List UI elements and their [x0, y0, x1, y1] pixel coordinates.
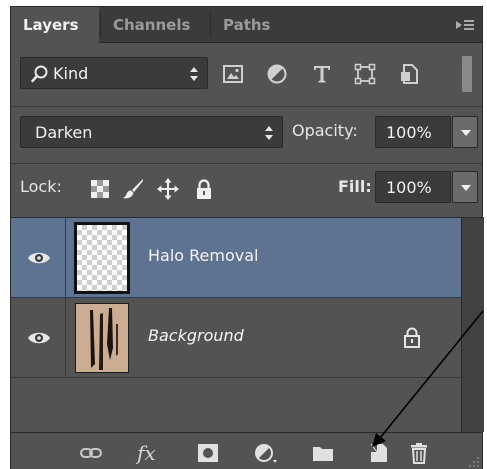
- new-adjustment-layer-icon[interactable]: [254, 442, 278, 464]
- pixel-layer-filter-icon[interactable]: [222, 63, 244, 85]
- opacity-input[interactable]: 100%: [375, 116, 451, 148]
- layer-thumbnail[interactable]: [74, 222, 130, 294]
- filter-toggle-switch[interactable]: [462, 56, 472, 92]
- fill-slider-button[interactable]: [452, 171, 478, 203]
- layers-bottom-toolbar: fx: [11, 432, 482, 469]
- updown-arrows-icon: [190, 67, 198, 81]
- column-divider: [65, 298, 66, 377]
- layer-thumbnail[interactable]: [75, 303, 129, 373]
- filter-kind-label: Kind: [53, 64, 89, 83]
- lock-image-pixels-icon[interactable]: [122, 178, 144, 200]
- layer-style-fx-icon[interactable]: fx: [137, 442, 167, 464]
- shape-layer-filter-icon[interactable]: [354, 63, 376, 85]
- search-icon: [31, 65, 48, 83]
- updown-arrows-icon: [265, 126, 273, 140]
- opacity-label: Opacity:: [292, 121, 358, 140]
- smart-object-filter-icon[interactable]: [398, 63, 420, 85]
- layers-list: Halo Removal Background: [11, 217, 461, 432]
- blend-mode-value: Darken: [35, 123, 93, 142]
- type-layer-filter-icon[interactable]: [311, 63, 333, 85]
- delete-layer-trash-icon[interactable]: [407, 442, 431, 464]
- eye-visibility-icon[interactable]: [27, 329, 51, 347]
- panel-tab-bar: Layers Channels Paths: [11, 7, 482, 44]
- chevron-down-icon: [461, 130, 471, 136]
- lock-all-icon[interactable]: [193, 178, 215, 200]
- panel-menu-icon[interactable]: [456, 17, 474, 33]
- opacity-value: 100%: [386, 123, 432, 142]
- layer-name[interactable]: Halo Removal: [148, 246, 259, 265]
- lock-label: Lock:: [20, 177, 62, 196]
- blend-mode-select[interactable]: Darken: [20, 116, 283, 148]
- resize-grip-icon[interactable]: [468, 456, 480, 468]
- tab-paths[interactable]: Paths: [211, 7, 291, 43]
- lock-icon: [404, 327, 420, 348]
- layer-filter-row: Kind: [11, 44, 482, 106]
- fill-label: Fill:: [338, 177, 372, 196]
- fx-label: fx: [137, 441, 156, 465]
- layer-row-background[interactable]: Background: [11, 298, 461, 378]
- fill-value: 100%: [386, 178, 432, 197]
- lock-transparent-pixels-icon[interactable]: [89, 178, 111, 200]
- adjustment-layer-filter-icon[interactable]: [266, 63, 288, 85]
- filter-kind-select[interactable]: Kind: [20, 57, 208, 89]
- column-divider: [65, 218, 66, 297]
- eye-visibility-icon[interactable]: [27, 249, 51, 267]
- opacity-slider-button[interactable]: [452, 116, 478, 148]
- fill-input[interactable]: 100%: [375, 171, 451, 203]
- new-layer-icon[interactable]: [367, 442, 391, 464]
- lock-position-icon[interactable]: [157, 178, 179, 200]
- lock-row: Lock: Fill: 100%: [11, 164, 482, 216]
- new-group-folder-icon[interactable]: [311, 442, 335, 464]
- layer-row-halo-removal[interactable]: Halo Removal: [11, 218, 461, 298]
- background-image-icon: [76, 304, 128, 372]
- layers-scrollbar[interactable]: [461, 217, 484, 432]
- blend-mode-row: Darken Opacity: 100%: [11, 107, 482, 163]
- chevron-down-icon: [461, 185, 471, 191]
- tab-channels[interactable]: Channels: [101, 7, 209, 43]
- layers-panel: Layers Channels Paths Kind Darken Opacit…: [10, 6, 484, 469]
- layer-name[interactable]: Background: [148, 326, 244, 345]
- link-layers-icon[interactable]: [79, 442, 103, 464]
- tab-layers[interactable]: Layers: [11, 7, 99, 44]
- add-mask-icon[interactable]: [196, 442, 220, 464]
